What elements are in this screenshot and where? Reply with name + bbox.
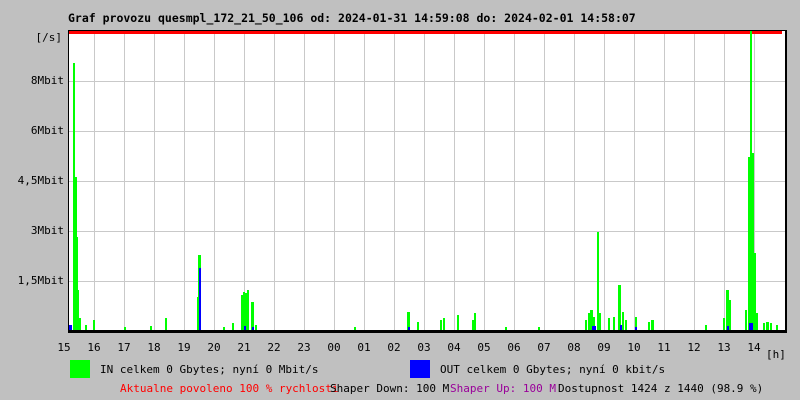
- traffic-spike-out: [69, 325, 72, 330]
- x-tick-label: 03: [417, 341, 431, 354]
- legend-in-swatch: [70, 360, 90, 378]
- horizontal-gridline: [69, 181, 785, 182]
- traffic-spike-in: [705, 325, 707, 330]
- traffic-spike-in: [255, 325, 257, 330]
- traffic-spike-in: [770, 323, 772, 330]
- status-shaper-down-text: Shaper Down: 100 M: [330, 382, 450, 395]
- horizontal-gridline: [69, 281, 785, 282]
- traffic-spike-in: [93, 320, 95, 330]
- x-tick-label: 16: [87, 341, 101, 354]
- x-tick-label: 18: [147, 341, 161, 354]
- traffic-spike-out: [727, 326, 729, 330]
- traffic-spike-out: [620, 325, 622, 330]
- status-availability-text: Dostupnost 1424 z 1440 (98.9 %): [558, 382, 764, 395]
- traffic-graph-page: { "header": { "title": "Graf provozu que…: [0, 0, 800, 400]
- traffic-spike-in: [474, 313, 476, 330]
- x-tick-label: 19: [177, 341, 191, 354]
- y-tick-label: 8Mbit: [30, 74, 64, 87]
- traffic-spike-in: [763, 323, 765, 330]
- x-tick-label: 02: [387, 341, 401, 354]
- traffic-spike-in: [618, 285, 621, 330]
- x-tick-label: 15: [57, 341, 71, 354]
- x-tick-label: 08: [567, 341, 581, 354]
- traffic-spike-in: [538, 327, 540, 330]
- y-axis-unit-label: [/s]: [35, 31, 63, 44]
- traffic-spike-in: [124, 327, 126, 330]
- status-shaper-up-text: Shaper Up: 100 M: [450, 382, 556, 395]
- traffic-spike-in: [150, 326, 152, 330]
- traffic-spike-out: [635, 327, 637, 330]
- traffic-spike-in: [585, 320, 587, 330]
- x-axis-unit-label: [h]: [766, 348, 786, 361]
- y-tick-label: 1,5Mbit: [17, 274, 64, 287]
- traffic-spike-in: [232, 323, 234, 330]
- horizontal-gridline: [69, 81, 785, 82]
- x-tick-label: 23: [297, 341, 311, 354]
- traffic-spike-in: [85, 325, 87, 330]
- x-tick-label: 01: [357, 341, 371, 354]
- x-tick-label: 14: [747, 341, 761, 354]
- y-tick-label: 3Mbit: [30, 224, 64, 237]
- legend-out-swatch: [410, 360, 430, 378]
- x-tick-label: 06: [507, 341, 521, 354]
- x-tick-label: 07: [537, 341, 551, 354]
- traffic-spike-in: [766, 322, 769, 330]
- traffic-spike-in: [776, 325, 778, 330]
- x-tick-label: 20: [207, 341, 221, 354]
- x-tick-label: 21: [237, 341, 251, 354]
- traffic-spike-in: [625, 320, 627, 330]
- legend-in-label: IN celkem 0 Gbytes; nyní 0 Mbit/s: [100, 363, 319, 376]
- horizontal-gridline: [69, 131, 785, 132]
- x-tick-label: 13: [717, 341, 731, 354]
- traffic-spike-out: [252, 327, 254, 330]
- traffic-spike-in: [756, 313, 758, 330]
- graph-title: Graf provozu quesmpl_172_21_50_106 od: 2…: [68, 11, 636, 25]
- horizontal-gridline: [69, 231, 785, 232]
- traffic-spike-in: [613, 317, 615, 330]
- traffic-spike-in: [651, 320, 654, 330]
- traffic-spike-in: [599, 313, 601, 330]
- traffic-spike-in: [354, 327, 356, 330]
- traffic-spike-in: [247, 290, 249, 330]
- x-tick-label: 10: [627, 341, 641, 354]
- x-tick-label: 12: [687, 341, 701, 354]
- traffic-spike-in: [723, 318, 725, 330]
- traffic-spike-in: [443, 318, 445, 330]
- shaper-limit-line: [69, 31, 782, 34]
- traffic-spike-in: [165, 318, 167, 330]
- traffic-spike-out: [199, 268, 201, 330]
- y-tick-label: 6Mbit: [30, 124, 64, 137]
- traffic-spike-out: [592, 326, 596, 330]
- traffic-spike-in: [79, 318, 81, 330]
- traffic-spike-in: [457, 315, 459, 330]
- traffic-spike-out: [408, 327, 410, 330]
- status-speed-text: Aktualne povoleno 100 % rychlosti: [120, 382, 339, 395]
- x-tick-label: 05: [477, 341, 491, 354]
- x-tick-label: 17: [117, 341, 131, 354]
- traffic-spike-in: [648, 322, 650, 330]
- traffic-spike-in: [745, 310, 747, 330]
- x-tick-label: 00: [327, 341, 341, 354]
- traffic-spike-in: [440, 320, 442, 330]
- traffic-spike-out: [244, 326, 246, 330]
- traffic-spike-in: [417, 322, 419, 330]
- traffic-spike-in: [622, 312, 624, 330]
- traffic-spike-in: [251, 302, 254, 330]
- chart-canvas: [69, 31, 785, 330]
- chart-plot-area: [68, 30, 787, 333]
- traffic-spike-in: [505, 327, 507, 330]
- x-tick-label: 04: [447, 341, 461, 354]
- y-tick-label: 4,5Mbit: [17, 174, 64, 187]
- traffic-spike-out: [749, 323, 753, 330]
- x-tick-label: 09: [597, 341, 611, 354]
- traffic-spike-in: [608, 318, 610, 330]
- traffic-spike-in: [223, 327, 225, 330]
- legend-out-label: OUT celkem 0 Gbytes; nyní 0 kbit/s: [440, 363, 666, 376]
- x-tick-label: 22: [267, 341, 281, 354]
- traffic-spike-in: [729, 300, 731, 330]
- x-tick-label: 11: [657, 341, 671, 354]
